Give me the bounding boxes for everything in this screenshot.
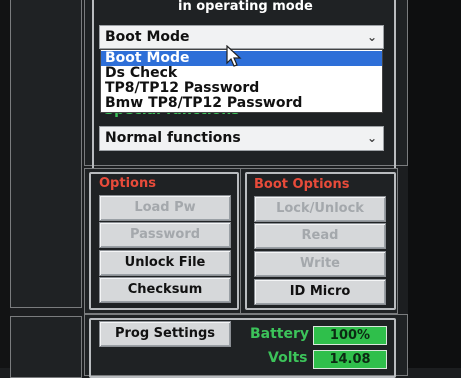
id-micro-button[interactable]: ID Micro: [254, 279, 386, 305]
screen-bezel-left: [0, 0, 10, 368]
options-label: Options: [99, 176, 156, 191]
mouse-cursor-icon: [226, 45, 242, 67]
dropdown-option-tp8-tp12-password[interactable]: TP8/TP12 Password: [101, 81, 382, 96]
checksum-button[interactable]: Checksum: [99, 277, 231, 303]
battery-value: 100%: [313, 326, 387, 345]
left-panel-top: [10, 0, 82, 308]
screen-bezel-right: [408, 0, 461, 368]
load-pw-button[interactable]: Load Pw: [99, 195, 231, 221]
special-functions-value: Normal functions: [105, 130, 241, 146]
read-button[interactable]: Read: [254, 223, 386, 249]
chevron-down-icon[interactable]: ⌄: [367, 127, 377, 149]
mode-select-value: Boot Mode: [105, 29, 190, 45]
chevron-down-icon[interactable]: ⌄: [367, 26, 377, 48]
lock-unlock-button[interactable]: Lock/Unlock: [254, 196, 386, 222]
battery-label: Battery: [250, 326, 310, 342]
boot-options-label: Boot Options: [254, 177, 350, 192]
write-button[interactable]: Write: [254, 251, 386, 277]
password-button[interactable]: Password: [99, 222, 231, 248]
prog-settings-button[interactable]: Prog Settings: [99, 321, 231, 347]
dropdown-option-bmw-tp8-tp12-password[interactable]: Bmw TP8/TP12 Password: [101, 96, 382, 111]
unlock-file-button[interactable]: Unlock File: [99, 250, 231, 276]
left-panel-bottom: [10, 316, 82, 378]
header-title: in operating mode: [178, 0, 313, 14]
special-functions-select[interactable]: Normal functions ⌄: [99, 126, 384, 151]
volts-value: 14.08: [313, 350, 387, 369]
volts-label: Volts: [268, 350, 308, 366]
